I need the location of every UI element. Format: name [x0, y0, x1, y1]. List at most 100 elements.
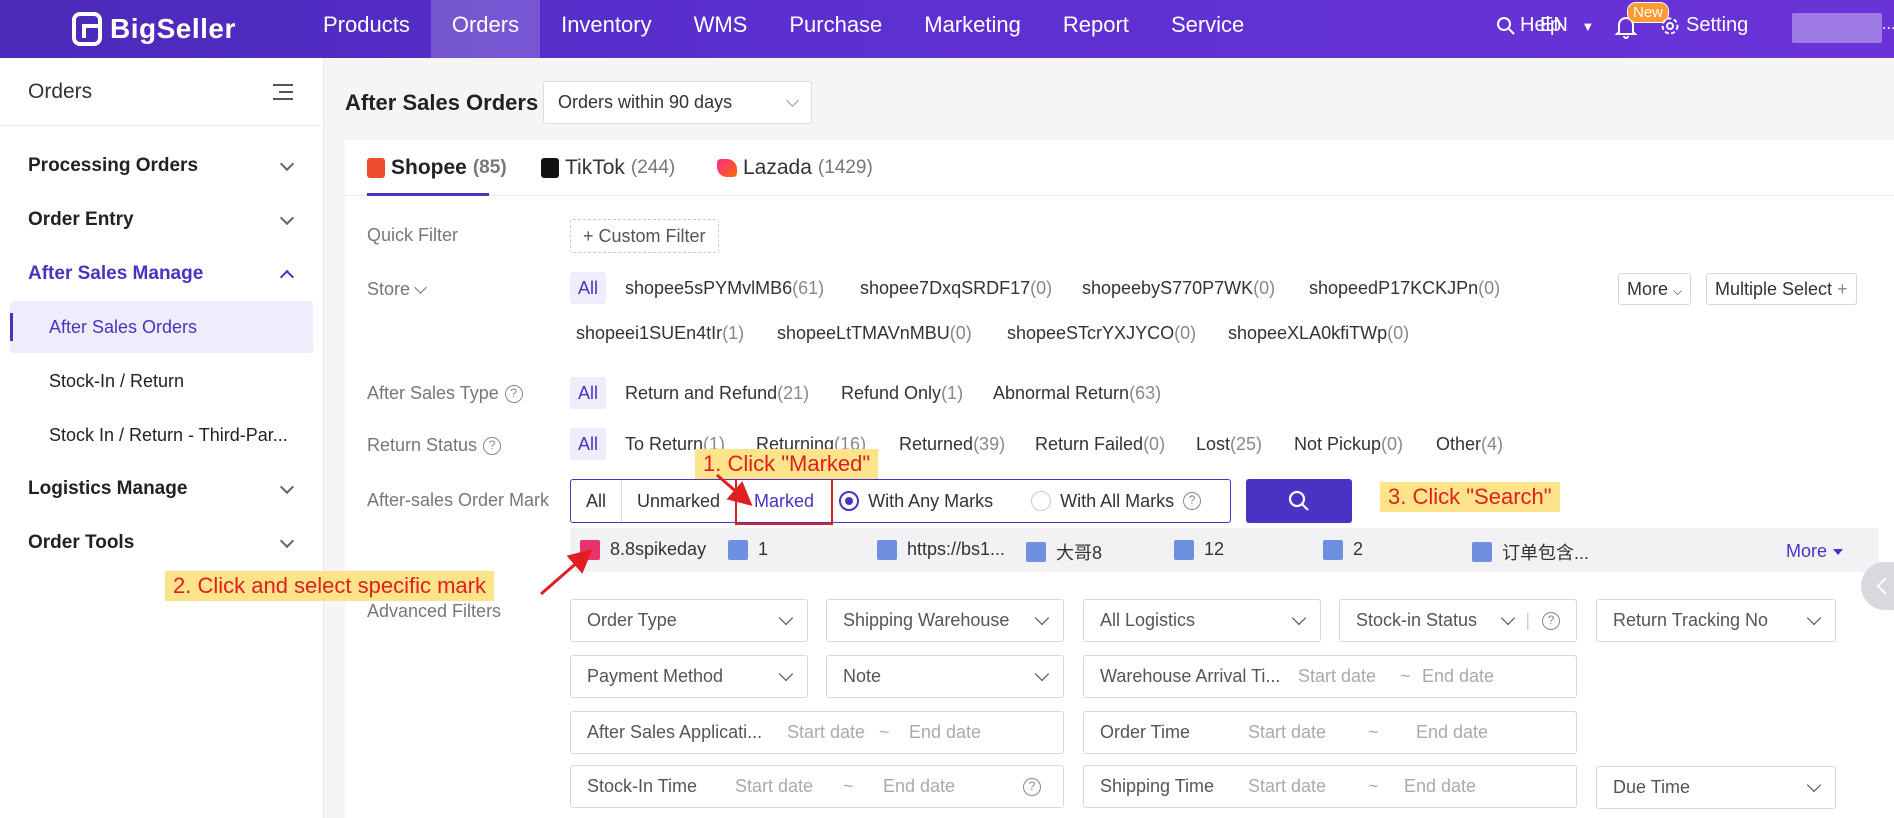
with-any-marks-radio[interactable]: With Any Marks: [839, 491, 993, 512]
bigseller-logo[interactable]: BigSeller: [72, 10, 236, 48]
mark-item[interactable]: 2: [1323, 539, 1363, 560]
store-option[interactable]: shopeebyS770P7WK(0): [1082, 278, 1275, 299]
end-date-input[interactable]: End date: [1422, 666, 1494, 687]
mark-color-checkbox: [1472, 542, 1492, 562]
shipping-time-date-range[interactable]: Shipping Time Start date ~ End date: [1083, 765, 1577, 808]
marks-more-button[interactable]: More: [1786, 541, 1844, 562]
store-option[interactable]: shopeedP17KCKJPn(0): [1309, 278, 1500, 299]
sidebar-section-processing-orders[interactable]: Processing Orders: [0, 146, 324, 186]
help-circle-icon[interactable]: ?: [1183, 492, 1202, 510]
sidebar-section-order-tools[interactable]: Order Tools: [0, 523, 324, 563]
type-name: Return and Refund: [625, 383, 778, 403]
multiple-select-button[interactable]: Multiple Select +: [1706, 273, 1857, 305]
active-tab-indicator: [367, 193, 489, 196]
payment-method-select[interactable]: Payment Method: [570, 655, 808, 698]
nav-purchase[interactable]: Purchase: [768, 0, 903, 58]
mark-item[interactable]: 订单包含...: [1472, 539, 1589, 565]
after-sales-application-date-range[interactable]: After Sales Applicati... Start date ~ En…: [570, 711, 1064, 754]
mark-item[interactable]: 12: [1174, 539, 1224, 560]
end-date-input[interactable]: End date: [883, 776, 1023, 797]
return-status-option[interactable]: Returned(39): [899, 434, 1005, 455]
mark-marked-option[interactable]: Marked: [735, 477, 834, 525]
mark-unmarked-option[interactable]: Unmarked: [622, 480, 735, 522]
mark-item[interactable]: 1: [728, 539, 768, 560]
help-circle-icon[interactable]: ?: [483, 436, 502, 455]
return-status-option[interactable]: Lost(25): [1196, 434, 1262, 455]
nav-orders[interactable]: Orders: [430, 0, 541, 58]
nav-wms[interactable]: WMS: [673, 0, 769, 58]
end-date-input[interactable]: End date: [909, 722, 981, 743]
sidebar-item-stock-in-return-third-party[interactable]: Stock In / Return - Third-Par...: [10, 409, 313, 461]
custom-filter-button[interactable]: + Custom Filter: [570, 219, 719, 253]
return-status-option[interactable]: Return Failed(0): [1035, 434, 1165, 455]
store-filter-toggle[interactable]: Store: [367, 279, 427, 300]
after-sales-type-label-group: After Sales Type ?: [367, 383, 523, 404]
start-date-input[interactable]: Start date: [1248, 776, 1368, 797]
tab-lazada[interactable]: Lazada (1429): [717, 156, 873, 180]
end-date-input[interactable]: End date: [1416, 722, 1488, 743]
after-sales-type-option[interactable]: Return and Refund(21): [625, 383, 809, 404]
user-account[interactable]: [1792, 13, 1882, 43]
store-option[interactable]: shopee5sPYMvlMB6(61): [625, 278, 824, 299]
start-date-input[interactable]: Start date: [1298, 666, 1400, 687]
sidebar-item-after-sales-orders[interactable]: After Sales Orders: [10, 301, 313, 353]
after-sales-type-option[interactable]: Refund Only(1): [841, 383, 963, 404]
help-circle-icon[interactable]: ?: [1023, 777, 1041, 796]
nav-marketing[interactable]: Marketing: [903, 0, 1042, 58]
mark-all-option[interactable]: All: [571, 480, 623, 522]
order-range-select[interactable]: Orders within 90 days: [543, 81, 812, 124]
return-tracking-select[interactable]: Return Tracking No: [1596, 599, 1836, 642]
more-label: More: [1627, 279, 1669, 299]
nav-report[interactable]: Report: [1042, 0, 1150, 58]
collapse-menu-icon[interactable]: [273, 83, 295, 101]
more-stores-button[interactable]: More ⌵: [1618, 273, 1692, 305]
more-dots[interactable]: ...: [1882, 16, 1894, 34]
note-select[interactable]: Note: [826, 655, 1064, 698]
setting-link[interactable]: Setting: [1660, 14, 1748, 37]
sidebar-section-logistics-manage[interactable]: Logistics Manage: [0, 469, 324, 509]
stock-in-status-select[interactable]: Stock-in Status |?: [1339, 599, 1577, 642]
sidebar-item-stock-in-return[interactable]: Stock-In / Return: [10, 355, 313, 407]
mark-item[interactable]: 大哥8: [1026, 539, 1102, 565]
logistics-select[interactable]: All Logistics: [1083, 599, 1321, 642]
search-button[interactable]: [1246, 479, 1352, 523]
store-option[interactable]: shopee7DxqSRDF17(0): [860, 278, 1052, 299]
due-time-select[interactable]: Due Time: [1596, 766, 1836, 809]
return-status-option[interactable]: Not Pickup(0): [1294, 434, 1403, 455]
start-date-input[interactable]: Start date: [735, 776, 843, 797]
help-circle-icon[interactable]: ?: [1542, 611, 1560, 630]
shipping-warehouse-select[interactable]: Shipping Warehouse: [826, 599, 1064, 642]
order-time-date-range[interactable]: Order Time Start date ~ End date: [1083, 711, 1577, 754]
store-option[interactable]: shopeeXLA0kfiTWp(0): [1228, 323, 1409, 344]
start-date-input[interactable]: Start date: [1248, 722, 1368, 743]
gear-icon: [1661, 17, 1679, 34]
nav-products[interactable]: Products: [302, 0, 431, 58]
sidebar-section-after-sales-manage[interactable]: After Sales Manage: [0, 254, 324, 294]
after-sales-type-option[interactable]: Abnormal Return(63): [993, 383, 1161, 404]
nav-service[interactable]: Service: [1150, 0, 1265, 58]
mark-color-checkbox: [1174, 539, 1194, 560]
return-status-all[interactable]: All: [570, 428, 607, 460]
tab-tiktok[interactable]: TikTok (244): [541, 156, 675, 180]
sidebar-section-order-entry[interactable]: Order Entry: [0, 200, 324, 240]
annotation-step-2: 2. Click and select specific mark: [165, 571, 494, 601]
store-all-option[interactable]: All: [570, 272, 607, 304]
mark-item[interactable]: https://bs1...: [877, 539, 1005, 560]
after-sales-type-all[interactable]: All: [570, 377, 607, 409]
with-all-marks-radio[interactable]: With All Marks ?: [1031, 491, 1202, 512]
help-circle-icon[interactable]: ?: [504, 384, 523, 403]
store-option[interactable]: shopeeSTcrYXJYCO(0): [1007, 323, 1196, 344]
store-option[interactable]: shopeei1SUEn4tIr(1): [576, 323, 744, 344]
stock-in-time-date-range[interactable]: Stock-In Time Start date ~ End date ?: [570, 765, 1064, 808]
order-type-select[interactable]: Order Type: [570, 599, 808, 642]
select-label: Payment Method: [587, 666, 724, 686]
return-status-option[interactable]: Other(4): [1436, 434, 1503, 455]
language-select[interactable]: EN ▼: [1540, 14, 1594, 37]
mark-item[interactable]: 8.8spikeday: [580, 539, 706, 560]
warehouse-arrival-date-range[interactable]: Warehouse Arrival Ti... Start date ~ End…: [1083, 655, 1577, 698]
end-date-input[interactable]: End date: [1404, 776, 1476, 797]
store-option[interactable]: shopeeLtTMAVnMBU(0): [777, 323, 972, 344]
start-date-input[interactable]: Start date: [787, 722, 879, 743]
nav-inventory[interactable]: Inventory: [540, 0, 673, 58]
tab-shopee[interactable]: Shopee (85): [367, 156, 507, 180]
